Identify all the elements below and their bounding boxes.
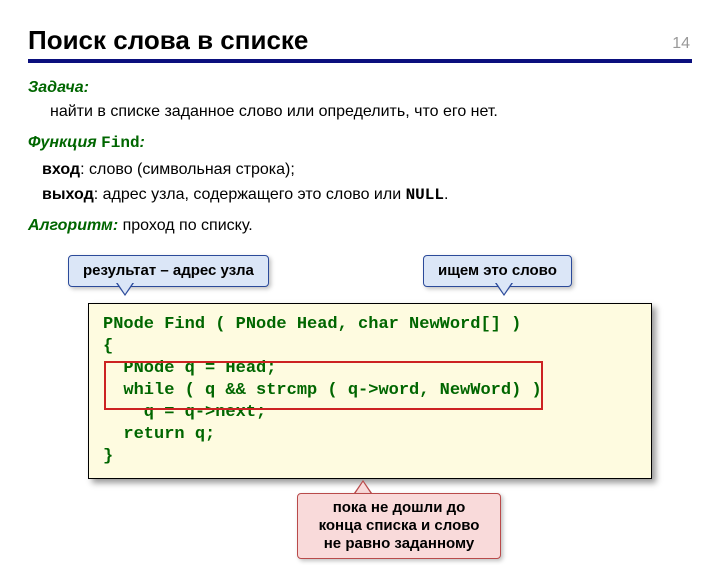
func-label-suffix: : [140,134,145,151]
callout-loop: пока не дошли до конца списка и слово не… [297,493,501,559]
callout-area-top: результат – адрес узла ищем это слово [28,255,692,303]
func-label-prefix: Функция [28,134,101,151]
output-row: выход: адрес узла, содержащего это слово… [42,184,692,207]
page-number: 14 [672,35,690,53]
algo-block: Алгоритм: проход по списку. [28,215,692,237]
callout-bottom-wrap: пока не дошли до конца списка и слово не… [297,493,499,559]
code-wrap: PNode Find ( PNode Head, char NewWord[] … [88,303,652,480]
algo-text: проход по списку. [118,217,253,234]
output-text-b: . [444,186,448,203]
task-label: Задача: [28,79,89,96]
output-label: выход [42,186,94,203]
algo-label: Алгоритм: [28,217,118,234]
null-code: NULL [406,186,444,204]
code-block: PNode Find ( PNode Head, char NewWord[] … [88,303,652,480]
func-label: Функция Find: [28,134,145,151]
function-block: Функция Find: вход: слово (символьная ст… [28,132,692,207]
task-block: Задача: найти в списке заданное слово ил… [28,77,692,122]
func-name: Find [101,134,139,152]
title-rule [28,59,692,63]
input-text: : слово (символьная строка); [80,161,295,178]
output-text-a: : адрес узла, содержащего это слово или [94,186,406,203]
input-row: вход: слово (символьная строка); [42,159,692,181]
task-text: найти в списке заданное слово или опреде… [50,101,692,123]
callout-result: результат – адрес узла [68,255,269,287]
page-title: Поиск слова в списке [28,25,720,56]
input-label: вход [42,161,80,178]
content-area: Задача: найти в списке заданное слово ил… [28,77,692,479]
